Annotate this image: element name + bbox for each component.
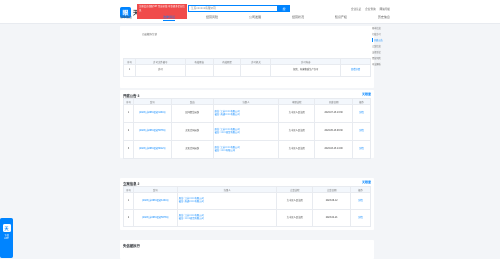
table-cell (184, 64, 214, 77)
table-cell: 大丰区人民法院 (278, 122, 316, 141)
table-cell: 买卖合同纠纷 (170, 140, 214, 159)
section-watermark: 天眼查 (361, 92, 371, 96)
table-cell: 2023-05-16 09:30 (314, 122, 354, 141)
case-link[interactable]: (2023) 苏0981民初1234号 (132, 104, 172, 123)
case-link[interactable]: (2023) 苏0981民初1234号 (132, 192, 178, 210)
app-icon: 天 (2, 224, 11, 232)
table-cell: 大丰区人民法院 (276, 192, 314, 210)
top-link[interactable]: 网站导航 (380, 7, 390, 11)
table-cell: 危险、有害物质生产许可 (270, 64, 342, 77)
table-cell (212, 64, 242, 77)
case-filing-card: 立案信息 2 天眼查 序号 案号 当事人 立案法院 立案日期 操作 1 (202… (120, 178, 374, 230)
table-row: 3 (2023) 苏0981民初9012号 买卖合同纠纷 原告: 江苏××××有… (123, 140, 371, 159)
table-cell: 2 (123, 209, 134, 227)
section-title: 失信被执行 (123, 244, 140, 248)
search-input[interactable]: 江苏××××××有限公司 (188, 5, 278, 12)
detail-link[interactable]: 详情 (352, 140, 371, 159)
party-cell[interactable]: 原告: 江苏××××有限公司 被告: 南通××××有限公司 (176, 192, 278, 210)
license-note: 已被撤销/注销 (142, 33, 158, 36)
detail-link[interactable]: 详情 (352, 122, 371, 141)
tab-legal[interactable]: 法律诉讼 (162, 15, 175, 21)
top-link[interactable]: 企业认证 (351, 7, 361, 11)
table-cell: 买卖合同纠纷 (170, 122, 214, 141)
detail-link[interactable]: 详情 (352, 104, 371, 123)
download-app-badge[interactable]: 天 下载 APP (0, 218, 13, 258)
tab-history[interactable]: 历史信息 (378, 15, 390, 21)
anchor-item[interactable]: 立案信息 (372, 44, 388, 48)
table-cell: 2023-04-21 (312, 209, 352, 227)
right-anchor-nav: 基本信息 行政许可 开庭公告 立案信息 法律诉讼 经营风险 司法解析 (372, 26, 388, 66)
table-cell: 民间借贷纠纷 (170, 104, 214, 123)
anchor-item[interactable]: 行政许可 (372, 32, 388, 36)
anchor-item[interactable]: 经营风险 (372, 56, 388, 60)
table-row: 2 (2023) 苏0981民初5678号 买卖合同纠纷 原告: 江苏××××有… (123, 122, 371, 141)
table-row: 1 (2023) 苏0981民初1234号 原告: 江苏××××有限公司 被告:… (123, 192, 371, 210)
detail-link[interactable]: 详情 (350, 192, 371, 210)
party-cell[interactable]: 原告: 江苏××××有限公司 被告: ××××商贸有限公司 (176, 209, 278, 227)
table-cell: 大丰区人民法院 (278, 140, 316, 159)
table-cell: 2023-06-12 (312, 192, 352, 210)
announce-table: 序号 案号 案由 当事人 审理法院 开庭日期 操作 1 (2023) 苏0981… (123, 98, 371, 159)
party-cell[interactable]: 原告: 江苏××××有限公司 被告: ××××有限公司 (212, 140, 280, 159)
table-cell: 2023-03-16 14:00 (314, 140, 354, 159)
anchor-item[interactable]: 基本信息 (372, 26, 388, 30)
table-cell: 2 (123, 122, 134, 141)
tab-basic[interactable]: 基本信息 (120, 15, 132, 21)
app-line2: APP (4, 237, 9, 240)
search-button[interactable]: 搜 (278, 5, 290, 12)
top-links: 企业认证 企业查询 网站导航 (351, 7, 390, 11)
case-link[interactable]: (2023) 苏0981民初9012号 (132, 140, 172, 159)
license-card: 已被撤销/注销 序号 许可文件编号 有效期自 有效期至 许可机关 许可内容 1 … (120, 26, 374, 88)
party-cell[interactable]: 原告: 江苏××××有限公司 被告: ××××商贸有限公司 (212, 122, 280, 141)
table-cell: 1 (123, 104, 134, 123)
top-bar: 眼 天眼查 注册会员领取VIP 至高价值 可查更多企业信息 江苏××××××有限… (0, 0, 500, 24)
tab-risk[interactable]: 经营风险 (206, 15, 218, 21)
anchor-item[interactable]: 开庭公告 (372, 38, 388, 42)
top-link[interactable]: 企业查询 (365, 7, 375, 11)
tab-development[interactable]: 公司发展 (249, 15, 261, 21)
table-cell: 1 (123, 64, 136, 77)
table-cell (240, 64, 272, 77)
table-cell: 大丰区人民法院 (278, 104, 316, 123)
table-cell: 大丰区人民法院 (276, 209, 314, 227)
anchor-item[interactable]: 司法解析 (372, 62, 388, 66)
party-cell[interactable]: 原告: 江苏××××有限公司 被告: 南通××××有限公司 (212, 104, 280, 123)
table-cell: 许可 (134, 64, 186, 77)
detail-link[interactable]: 详情 (350, 209, 371, 227)
filing-table: 序号 案号 当事人 立案法院 立案日期 操作 1 (2023) 苏0981民初1… (123, 186, 371, 227)
tab-ip[interactable]: 知识产权 (335, 15, 347, 21)
tab-operation[interactable]: 经营状况 (292, 15, 304, 21)
table-row: 2 (2023) 苏0981民初5678号 原告: 江苏××××有限公司 被告:… (123, 209, 371, 227)
main-tabs: 基本信息 法律诉讼 经营风险 公司发展 经营状况 知识产权 历史信息 (120, 15, 390, 21)
table-cell: 1 (123, 192, 134, 210)
detail-link[interactable]: 查看详情 (340, 64, 371, 77)
court-announce-card: 开庭公告 3 天眼查 序号 案号 案由 当事人 审理法院 开庭日期 操作 1 (… (120, 90, 374, 159)
table-cell: 2023-07-16 13:30 (314, 104, 354, 123)
table-cell: 3 (123, 140, 134, 159)
dishonest-card: 失信被执行 (120, 240, 374, 259)
case-link[interactable]: (2023) 苏0981民初5678号 (132, 209, 178, 227)
anchor-item[interactable]: 法律诉讼 (372, 50, 388, 54)
table-row: 1 (2023) 苏0981民初1234号 民间借贷纠纷 原告: 江苏××××有… (123, 104, 371, 123)
section-watermark: 天眼查 (361, 180, 371, 184)
license-table: 序号 许可文件编号 有效期自 有效期至 许可机关 许可内容 1 许可 危险、有害… (123, 58, 371, 77)
case-link[interactable]: (2023) 苏0981民初5678号 (132, 122, 172, 141)
